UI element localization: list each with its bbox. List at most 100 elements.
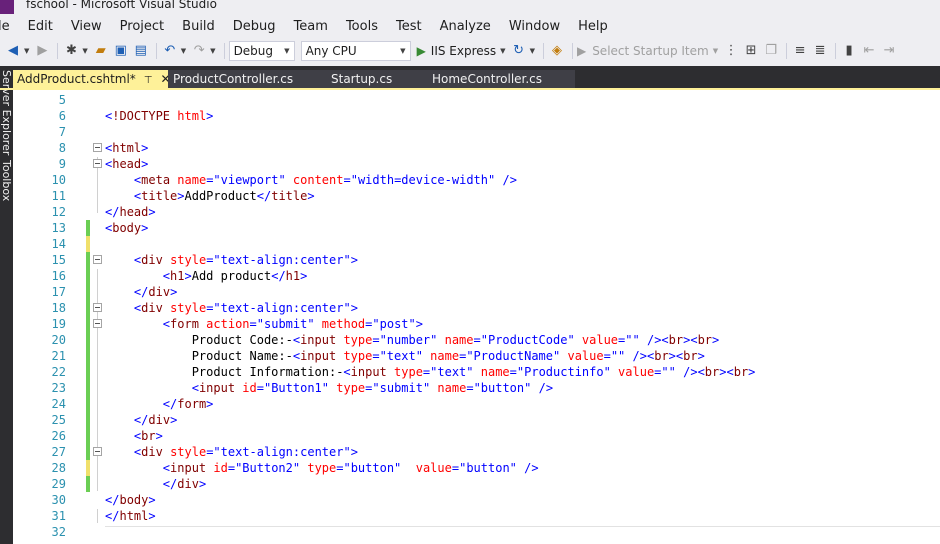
menu-debug[interactable]: Debug bbox=[225, 16, 286, 38]
back-dropdown-icon[interactable]: ▼ bbox=[24, 47, 29, 55]
tab-addproduct[interactable]: AddProduct.cshtml* ⊤ ✕ bbox=[13, 70, 171, 90]
code-editor[interactable]: 5 6 <!DOCTYPE html> 7 8 <html> 9 <head> 10 <meta… bbox=[13, 90, 940, 544]
menu-project[interactable]: Project bbox=[112, 16, 174, 38]
code-line[interactable]: 5 bbox=[13, 92, 940, 108]
code-line[interactable]: 21 Product Name:-<input type="text" name… bbox=[13, 348, 940, 364]
saved-change-marker bbox=[86, 380, 90, 396]
code-line[interactable]: 16 <h1>Add product</h1> bbox=[13, 268, 940, 284]
menu-file[interactable]: le bbox=[0, 16, 20, 38]
refresh-icon[interactable]: ↻ bbox=[510, 42, 528, 60]
menu-team[interactable]: Team bbox=[286, 16, 338, 38]
startup-dropdown-icon[interactable]: ▼ bbox=[713, 47, 718, 55]
step-icon[interactable]: ⋮ bbox=[722, 42, 740, 60]
new-project-icon[interactable]: ✱ bbox=[62, 42, 80, 60]
code-line[interactable]: 27 <div style="text-align:center"> bbox=[13, 444, 940, 460]
solution-explorer-icon[interactable]: ⊞ bbox=[742, 42, 760, 60]
code-line[interactable]: 24 </form> bbox=[13, 396, 940, 412]
collapse-outline-icon[interactable] bbox=[93, 255, 102, 264]
code-text: <!DOCTYPE html> bbox=[105, 109, 214, 123]
toolbar-separator bbox=[786, 42, 788, 59]
undo-dropdown-icon[interactable]: ▼ bbox=[181, 47, 186, 55]
solution-configuration-dropdown[interactable]: Debug ▼ bbox=[228, 40, 295, 61]
menu-tools[interactable]: Tools bbox=[338, 16, 388, 38]
menu-window[interactable]: Window bbox=[501, 16, 570, 38]
forward-icon[interactable]: ▶ bbox=[33, 42, 51, 60]
toolbox-tab[interactable]: Toolbox bbox=[0, 160, 13, 201]
code-line[interactable]: 22 Product Information:-<input type="tex… bbox=[13, 364, 940, 380]
code-line[interactable]: 20 Product Code:-<input type="number" na… bbox=[13, 332, 940, 348]
code-line[interactable]: 7 bbox=[13, 124, 940, 140]
undo-icon[interactable]: ↶ bbox=[161, 42, 179, 60]
tab-homecontroller[interactable]: HomeController.cs bbox=[429, 70, 575, 90]
browser-link-icon[interactable]: ◈ bbox=[548, 42, 566, 60]
code-line[interactable]: 31 </html> bbox=[13, 508, 940, 524]
bookmark-icon[interactable]: ▮ bbox=[840, 42, 858, 60]
copy-icon[interactable]: ❐ bbox=[762, 42, 780, 60]
code-line[interactable]: 17 </div> bbox=[13, 284, 940, 300]
tab-startup[interactable]: Startup.cs bbox=[326, 70, 429, 90]
code-text: Product Information:-<input type="text" … bbox=[105, 365, 756, 379]
save-all-icon[interactable]: ▤ bbox=[132, 42, 150, 60]
code-text: <meta name="viewport" content="width=dev… bbox=[133, 173, 517, 187]
code-line[interactable]: 13 <body> bbox=[13, 220, 940, 236]
comment-lines-icon[interactable]: ≡ bbox=[791, 42, 809, 60]
code-line[interactable]: 18 <div style="text-align:center"> bbox=[13, 300, 940, 316]
saved-change-marker bbox=[86, 220, 90, 236]
line-number: 13 bbox=[51, 221, 66, 235]
code-text: </form> bbox=[162, 397, 214, 411]
menu-analyze[interactable]: Analyze bbox=[432, 16, 501, 38]
code-line[interactable]: 6 <!DOCTYPE html> bbox=[13, 108, 940, 124]
save-icon[interactable]: ▣ bbox=[112, 42, 130, 60]
code-line[interactable]: 28 <input id="Button2" type="button" val… bbox=[13, 460, 940, 476]
code-line[interactable]: 9 <head> bbox=[13, 156, 940, 172]
tab-productcontroller[interactable]: ProductController.cs bbox=[168, 70, 326, 90]
code-line[interactable]: 19 <form action="submit" method="post"> bbox=[13, 316, 940, 332]
code-line[interactable]: 32 bbox=[13, 524, 940, 540]
pin-icon[interactable]: ⊤ bbox=[144, 75, 153, 86]
toolbar-separator bbox=[835, 42, 837, 59]
code-text: <input id="Button2" type="button" value=… bbox=[162, 461, 539, 475]
next-bookmark-icon[interactable]: ⇥ bbox=[880, 42, 898, 60]
tab-label: ProductController.cs bbox=[173, 72, 294, 86]
new-project-dropdown-icon[interactable]: ▼ bbox=[82, 47, 87, 55]
menu-edit[interactable]: Edit bbox=[20, 16, 63, 38]
server-explorer-tab[interactable]: Server Explorer bbox=[0, 70, 13, 155]
run-label: IIS Express bbox=[430, 43, 497, 58]
code-line[interactable]: 23 <input id="Button1" type="submit" nam… bbox=[13, 380, 940, 396]
run-iis-express-button[interactable]: ▶ IIS Express bbox=[417, 44, 497, 58]
redo-dropdown-icon[interactable]: ▼ bbox=[210, 47, 215, 55]
saved-change-marker bbox=[86, 412, 90, 428]
collapse-outline-icon[interactable] bbox=[93, 303, 102, 312]
toolbar-separator bbox=[542, 42, 544, 59]
menu-help[interactable]: Help bbox=[570, 16, 618, 38]
previous-bookmark-icon[interactable]: ⇤ bbox=[860, 42, 878, 60]
saved-change-marker bbox=[86, 348, 90, 364]
collapse-outline-icon[interactable] bbox=[93, 319, 102, 328]
solution-platform-dropdown[interactable]: Any CPU ▼ bbox=[300, 40, 411, 61]
back-icon[interactable]: ◀ bbox=[4, 42, 22, 60]
redo-icon[interactable]: ↷ bbox=[190, 42, 208, 60]
collapse-outline-icon[interactable] bbox=[93, 447, 102, 456]
code-line[interactable]: 26 <br> bbox=[13, 428, 940, 444]
code-line[interactable]: 15 <div style="text-align:center"> bbox=[13, 252, 940, 268]
code-line[interactable]: 12 </head> bbox=[13, 204, 940, 220]
code-line[interactable]: 25 </div> bbox=[13, 412, 940, 428]
collapse-outline-icon[interactable] bbox=[93, 143, 102, 152]
menu-build[interactable]: Build bbox=[174, 16, 225, 38]
open-folder-icon[interactable]: ▰ bbox=[92, 42, 110, 60]
code-line[interactable]: 8 <html> bbox=[13, 140, 940, 156]
collapse-outline-icon[interactable] bbox=[93, 159, 102, 168]
uncomment-lines-icon[interactable]: ≣ bbox=[811, 42, 829, 60]
left-tool-strip: Server Explorer Toolbox bbox=[0, 66, 13, 544]
code-line[interactable]: 10 <meta name="viewport" content="width=… bbox=[13, 172, 940, 188]
chevron-down-icon: ▼ bbox=[284, 46, 290, 55]
code-line[interactable]: 30 </body> bbox=[13, 492, 940, 508]
code-line[interactable]: 11 <title>AddProduct</title> bbox=[13, 188, 940, 204]
select-startup-item-button[interactable]: ▶ Select Startup Item bbox=[577, 44, 709, 58]
menu-view[interactable]: View bbox=[63, 16, 112, 38]
code-line[interactable]: 29 </div> bbox=[13, 476, 940, 492]
refresh-dropdown-icon[interactable]: ▼ bbox=[530, 47, 535, 55]
code-line[interactable]: 14 bbox=[13, 236, 940, 252]
menu-test[interactable]: Test bbox=[388, 16, 432, 38]
run-dropdown-icon[interactable]: ▼ bbox=[500, 47, 505, 55]
